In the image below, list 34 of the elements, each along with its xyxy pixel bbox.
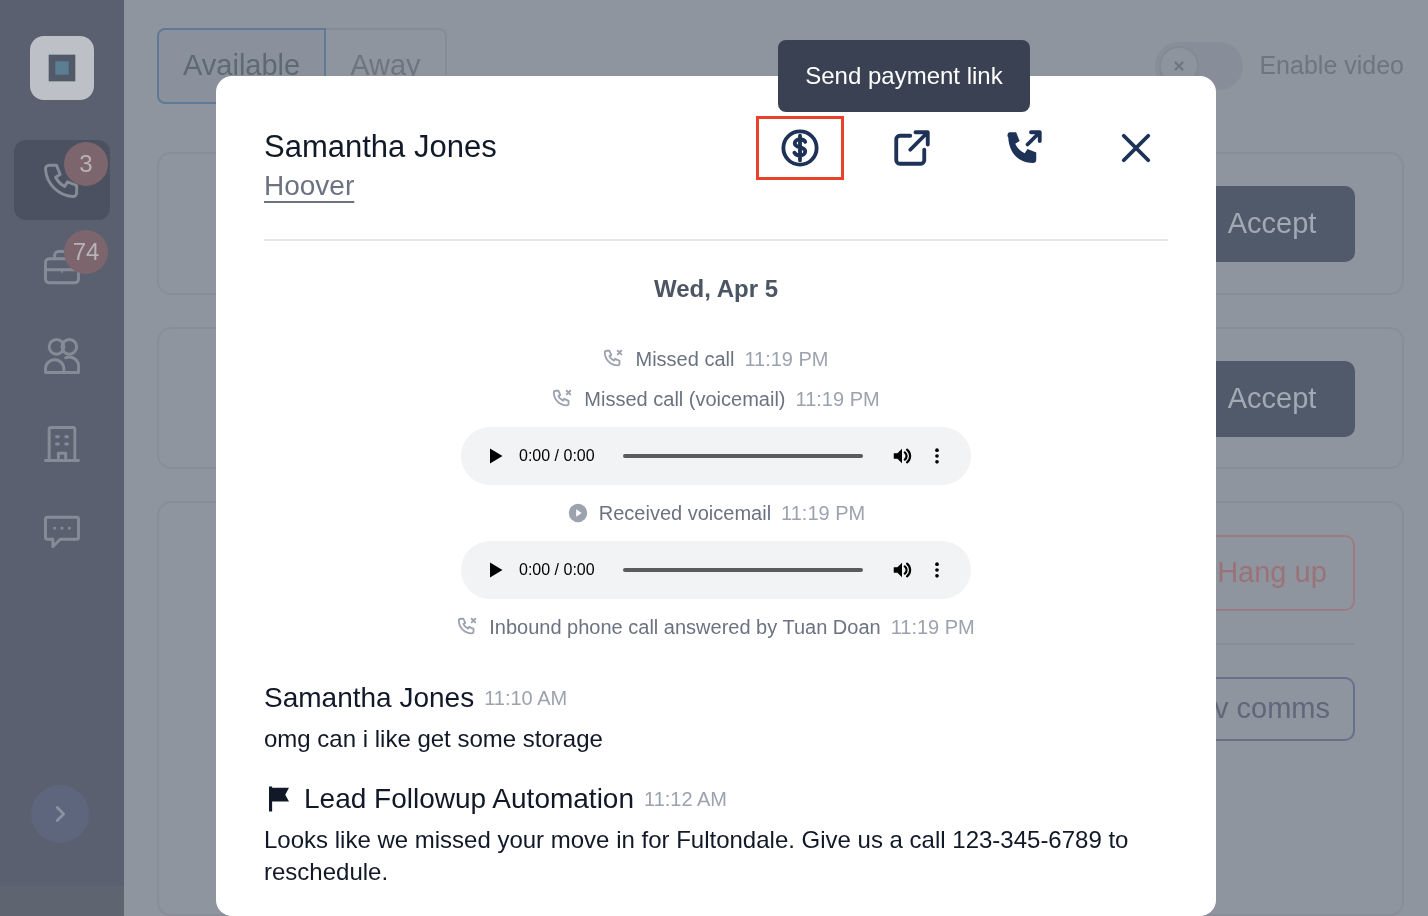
count-badge: 3 (64, 142, 108, 186)
message-text: omg can i like get some storage (264, 724, 604, 755)
message-time: 11:10 AM (484, 686, 568, 712)
sidebar-item[interactable]: 3 (14, 140, 110, 220)
message-time: 11:12 AM (644, 787, 728, 813)
event-text: Missed call (voicemail) (584, 387, 786, 413)
event-text: Received voicemail (598, 501, 772, 527)
message-text: Looks like we missed your move in for Fultondale. Give us a call 123-345-6789 to reschedule. (264, 825, 1130, 887)
audio-time: 0:00 / 0:00 (519, 560, 595, 581)
square-icon (46, 52, 78, 84)
sidebar-item[interactable]: 74 (14, 228, 110, 308)
event-text: Inbound phone call answered by Tuan Doan (489, 615, 881, 641)
event-time: 11:19 PM (781, 501, 866, 527)
tooltip: Send payment link (778, 40, 1030, 112)
event-time: 11:19 PM (744, 347, 829, 373)
audio-player[interactable]: 0:00 / 0:00 (461, 541, 971, 600)
count-badge: 74 (64, 230, 108, 274)
event-time: 11:19 PM (890, 615, 975, 641)
audio-progress-track[interactable] (622, 454, 863, 459)
event-text: Missed call (635, 347, 735, 373)
date-heading: Wed, Apr 5 (653, 274, 779, 305)
audio-progress-track[interactable] (622, 568, 863, 573)
company-link[interactable]: Hoover (264, 170, 355, 202)
external-link-icon (891, 127, 933, 169)
contact-name: Samantha Jones (264, 128, 497, 166)
play-circle-icon (566, 502, 589, 525)
x-icon (1172, 59, 1187, 73)
audio-player[interactable]: 0:00 / 0:00 (461, 427, 971, 486)
message-author: Samantha Jones (264, 681, 475, 716)
audio-time: 0:00 / 0:00 (519, 446, 595, 467)
payment-button[interactable] (756, 116, 844, 180)
event-time: 11:19 PM (795, 387, 880, 413)
dollar-circle-icon (779, 127, 821, 169)
message-author: Lead Followup Automation (304, 782, 634, 817)
